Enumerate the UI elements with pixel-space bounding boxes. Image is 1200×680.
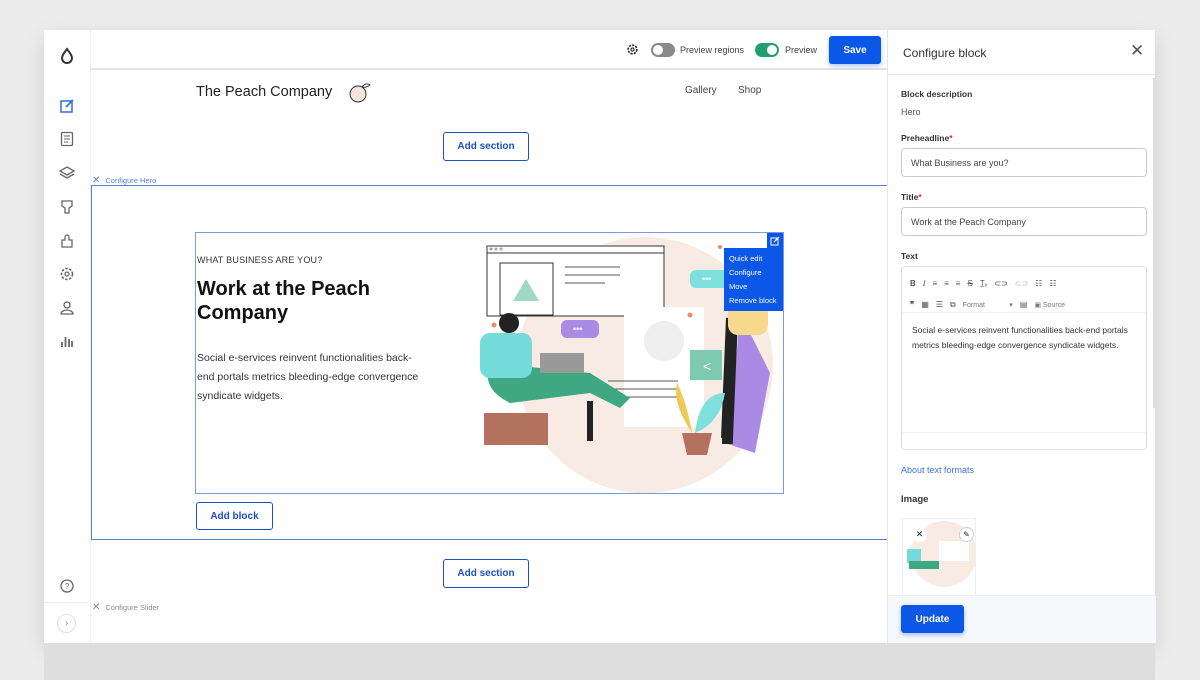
brush-icon[interactable]: [58, 198, 76, 216]
image-button[interactable]: ▤: [1020, 295, 1028, 314]
add-section-button-top[interactable]: Add section: [443, 132, 529, 161]
image-label: Image: [901, 494, 929, 505]
close-icon: ✕: [92, 602, 101, 613]
svg-text:?: ?: [65, 582, 70, 591]
source-label: Source: [1042, 302, 1066, 309]
menu-quick-edit[interactable]: Quick edit: [729, 252, 778, 266]
extensions-icon[interactable]: [58, 232, 76, 250]
block-description-label: Block description: [901, 89, 973, 99]
table-button[interactable]: ▦: [921, 295, 929, 314]
hr-button[interactable]: ☰: [936, 295, 943, 314]
block-description-value: Hero: [901, 107, 921, 117]
block-edit-button[interactable]: [767, 233, 783, 248]
align-left-button[interactable]: ≡: [932, 274, 937, 293]
pages-icon[interactable]: [58, 130, 76, 148]
peach-logo-icon: [349, 83, 371, 103]
editor-statusbar: [902, 432, 1146, 449]
hero-preheadline: WHAT BUSINESS ARE YOU?: [197, 255, 323, 265]
block-context-menu: Quick edit Configure Move Remove block: [724, 248, 783, 311]
site-brand[interactable]: The Peach Company: [196, 84, 332, 100]
preview-regions-label: Preview regions: [680, 45, 745, 55]
edit-icon: [770, 236, 780, 245]
edit-icon[interactable]: [58, 97, 76, 115]
preheadline-label: Preheadline*: [901, 133, 953, 143]
align-right-button[interactable]: ≡: [956, 274, 961, 293]
add-block-button[interactable]: Add block: [196, 502, 273, 530]
bottom-band: [44, 643, 1155, 680]
preheadline-label-text: Preheadline: [901, 133, 950, 143]
configure-slider-label: Configure Slider: [105, 603, 160, 612]
source-button[interactable]: ▣ Source: [1034, 296, 1065, 315]
sidebar: ? ›: [44, 30, 91, 643]
align-center-button[interactable]: ≡: [944, 274, 949, 293]
update-button[interactable]: Update: [901, 605, 964, 633]
save-button[interactable]: Save: [829, 36, 881, 64]
hero-text: Social e-services reinvent functionaliti…: [197, 352, 419, 402]
rich-text-editor: B I ≡ ≡ ≡ S T̲ₓ ⊂⊃ ⊂⊃ ☷ ☷ ❞ ▦ ☰ ⧉ Format ▾ ▤ ▣ Source So…: [901, 266, 1147, 450]
title-label: Title*: [901, 192, 922, 202]
add-section-button-bottom[interactable]: Add section: [443, 559, 529, 588]
close-panel-button[interactable]: ✕: [1130, 41, 1144, 61]
gear-icon[interactable]: [626, 43, 639, 56]
strike-button[interactable]: S: [967, 274, 972, 293]
menu-move[interactable]: Move: [729, 280, 778, 294]
svg-text:<: <: [703, 358, 711, 374]
panel-title: Configure block: [903, 46, 987, 60]
paste-button[interactable]: ⧉: [950, 295, 956, 314]
logo-drop-icon: [60, 47, 74, 64]
image-thumbnail[interactable]: ✕ ✎: [902, 518, 976, 596]
menu-configure[interactable]: Configure: [729, 266, 778, 280]
clear-format-button[interactable]: T̲ₓ: [980, 274, 988, 293]
configure-slider-link[interactable]: ✕ Configure Slider: [92, 602, 159, 613]
italic-button[interactable]: I: [923, 274, 926, 293]
menu-remove-block[interactable]: Remove block: [729, 294, 778, 308]
title-input[interactable]: Work at the Peach Company: [901, 207, 1147, 236]
about-text-formats-link[interactable]: About text formats: [901, 465, 974, 475]
text-label: Text: [901, 251, 918, 261]
remove-image-icon[interactable]: ✕: [912, 527, 927, 542]
user-icon[interactable]: [58, 299, 76, 317]
bullet-list-button[interactable]: ☷: [1035, 274, 1042, 293]
settings-icon[interactable]: [58, 265, 76, 283]
editor-content[interactable]: Social e-services reinvent functionaliti…: [902, 313, 1146, 362]
link-button[interactable]: ⊂⊃: [994, 274, 1007, 293]
configure-block-panel: Configure block ✕ Block description Hero…: [887, 30, 1156, 643]
preview-regions-toggle[interactable]: [651, 43, 675, 57]
unlink-button[interactable]: ⊂⊃: [1015, 274, 1028, 293]
reports-icon[interactable]: [58, 332, 76, 350]
title-label-text: Title: [901, 192, 919, 202]
bold-button[interactable]: B: [910, 274, 916, 293]
numbered-list-button[interactable]: ☷: [1049, 274, 1056, 293]
svg-text:•••: •••: [702, 274, 711, 284]
configure-hero-label: Configure Hero: [105, 176, 157, 185]
svg-text:•••: •••: [573, 324, 582, 334]
editor-toolbar: B I ≡ ≡ ≡ S T̲ₓ ⊂⊃ ⊂⊃ ☷ ☷ ❞ ▦ ☰ ⧉ Format ▾ ▤ ▣ Source: [902, 267, 1146, 313]
preview-label: Preview: [785, 45, 818, 55]
blockquote-button[interactable]: ❞: [910, 295, 914, 314]
preview-toggle[interactable]: [755, 43, 779, 57]
format-select[interactable]: Format ▾: [963, 296, 1013, 315]
topbar: Preview regions Preview Save: [91, 30, 887, 70]
layers-icon[interactable]: [58, 164, 76, 182]
nav-shop[interactable]: Shop: [738, 85, 761, 96]
edit-image-icon[interactable]: ✎: [959, 527, 974, 542]
panel-scrollbar[interactable]: [1153, 78, 1155, 408]
format-select-label: Format: [962, 302, 985, 309]
hero-title: Work at the Peach Company: [197, 278, 371, 324]
preheadline-input[interactable]: What Business are you?: [901, 148, 1147, 177]
help-icon[interactable]: ?: [58, 577, 76, 595]
expand-sidebar-button[interactable]: ›: [57, 614, 76, 633]
nav-gallery[interactable]: Gallery: [685, 85, 717, 96]
